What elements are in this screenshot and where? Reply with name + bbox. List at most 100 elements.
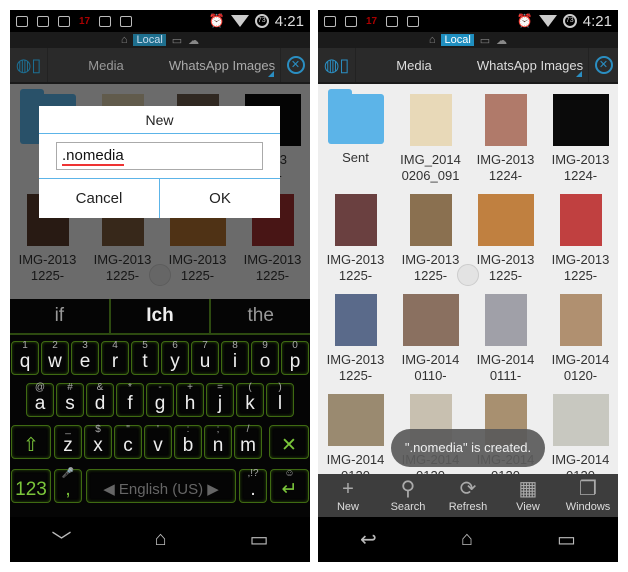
key-a[interactable]: @ a: [26, 382, 54, 417]
close-button[interactable]: ✕: [588, 48, 618, 82]
folder-icon: [327, 89, 384, 144]
pc-icon[interactable]: ▭: [172, 34, 182, 47]
key-c[interactable]: " c: [114, 424, 142, 459]
toolbar-view-button[interactable]: ▦ View: [498, 474, 558, 520]
key-label: b: [182, 435, 194, 456]
image-file-item[interactable]: IMG-2014 0111-: [468, 294, 543, 384]
recents-icon[interactable]: ▭: [250, 527, 269, 552]
toolbar-search-button[interactable]: ⚲ Search: [378, 474, 438, 520]
key-s[interactable]: # s: [56, 382, 84, 417]
home-nav-icon[interactable]: ⌂: [155, 528, 167, 551]
calendar-notification-icon: [345, 15, 357, 27]
image-file-item[interactable]: IMG-2014 0120-: [543, 294, 618, 384]
image-file-item[interactable]: IMG-2014 0110-: [393, 294, 468, 384]
suggestion-item[interactable]: Ich: [108, 299, 212, 333]
key-n[interactable]: ; n: [204, 424, 232, 459]
image-file-item[interactable]: IMG-2013 1224-: [468, 94, 543, 184]
suggestion-item[interactable]: if: [10, 299, 109, 333]
filename-input[interactable]: .nomedia: [56, 142, 263, 170]
close-button[interactable]: ✕: [280, 48, 310, 82]
home-icon[interactable]: ⌂: [121, 34, 128, 46]
toolbar-new-button[interactable]: + New: [318, 474, 378, 520]
recents-icon[interactable]: ▭: [557, 527, 576, 552]
clock: 4:21: [582, 12, 612, 30]
key-i[interactable]: 8i: [221, 340, 249, 375]
image-thumbnail: [327, 394, 384, 446]
key-h[interactable]: + h: [176, 382, 204, 417]
globe-device-icon[interactable]: ◍▯: [318, 48, 356, 82]
key-label: h: [184, 393, 196, 414]
toolbar-windows-button[interactable]: ❐ Windows: [558, 474, 618, 520]
key-alt-label: =: [217, 382, 223, 393]
key-l[interactable]: ) l: [266, 382, 294, 417]
key-r[interactable]: 4r: [101, 340, 129, 375]
image-file-item[interactable]: IMG-2013 1225-: [318, 294, 393, 384]
key-u[interactable]: 7u: [191, 340, 219, 375]
symbols-key[interactable]: 123: [11, 469, 51, 503]
image-file-item[interactable]: IMG_2014 0206_091: [393, 94, 468, 184]
key-v[interactable]: ' v: [144, 424, 172, 459]
suggestion-bar: if Ich the: [10, 299, 310, 335]
backspace-key[interactable]: ✕: [269, 425, 309, 459]
key-label: w: [48, 351, 62, 372]
close-icon: ✕: [286, 56, 305, 74]
shift-key[interactable]: ⇧: [11, 425, 51, 459]
folder-item[interactable]: Sent: [318, 89, 393, 166]
key-alt-label: 8: [232, 340, 238, 351]
home-nav-icon[interactable]: ⌂: [461, 528, 473, 551]
key-k[interactable]: (k: [236, 382, 264, 417]
suggestion-item[interactable]: the: [211, 299, 310, 333]
key-e[interactable]: 3e: [71, 340, 99, 375]
key-q[interactable]: 1q: [11, 340, 39, 375]
key-p[interactable]: 0p: [281, 340, 309, 375]
image-file-item[interactable]: IMG-2013 1225-: [318, 194, 393, 284]
key-label: g: [154, 393, 166, 414]
ok-button[interactable]: OK: [159, 179, 280, 218]
key-x[interactable]: $ x: [84, 424, 112, 459]
key-o[interactable]: 9o: [251, 340, 279, 375]
image-file-item[interactable]: IMG-2014 0120: [318, 394, 393, 484]
toolbar-refresh-button[interactable]: ⟳ Refresh: [438, 474, 498, 520]
local-location-tab[interactable]: Local: [441, 34, 474, 46]
period-key[interactable]: ,!?.: [239, 468, 267, 503]
image-file-item[interactable]: IMG-2013 1225-: [543, 194, 618, 284]
image-file-item[interactable]: IMG-2013 1225-: [468, 194, 543, 284]
file-name: IMG-2014 0111-: [476, 352, 535, 383]
home-icon[interactable]: ⌂: [429, 34, 436, 46]
breadcrumb-media[interactable]: Media: [356, 48, 472, 82]
breadcrumb-whatsapp-images[interactable]: WhatsApp Images: [472, 48, 588, 82]
key-z[interactable]: _ z: [54, 424, 82, 459]
pc-icon[interactable]: ▭: [480, 34, 490, 47]
dialog-title: New: [39, 106, 280, 134]
key-m[interactable]: / m: [234, 424, 262, 459]
breadcrumb-media[interactable]: Media: [48, 48, 164, 82]
scroll-indicator[interactable]: [457, 264, 479, 286]
hide-keyboard-icon[interactable]: ﹀: [52, 525, 72, 554]
image-thumbnail: [409, 194, 452, 246]
enter-key[interactable]: ☺ ↵: [270, 468, 309, 503]
key-g[interactable]: -g: [146, 382, 174, 417]
key-b[interactable]: :b: [174, 424, 202, 459]
cancel-button[interactable]: Cancel: [39, 179, 159, 218]
globe-device-icon[interactable]: ◍▯: [10, 48, 48, 82]
key-j[interactable]: = j: [206, 382, 234, 417]
comma-key[interactable]: 🎤,: [54, 468, 82, 503]
key-d[interactable]: & d: [86, 382, 114, 417]
image-file-item[interactable]: IMG-2013 1224-: [543, 94, 618, 184]
key-t[interactable]: 5t: [131, 340, 159, 375]
back-icon[interactable]: ↩: [360, 527, 377, 552]
breadcrumb: ◍▯ Media WhatsApp Images ✕: [318, 48, 618, 84]
key-alt-label: 7: [202, 340, 208, 351]
cloud-icon[interactable]: ☁: [496, 34, 507, 47]
key-f[interactable]: * f: [116, 382, 144, 417]
key-alt-label: ": [126, 424, 130, 435]
key-w[interactable]: 2w: [41, 340, 69, 375]
space-key[interactable]: ◀ English (US) ▶: [86, 469, 236, 503]
local-location-tab[interactable]: Local: [133, 34, 166, 46]
image-file-item[interactable]: IMG-2014 0120: [543, 394, 618, 484]
breadcrumb-whatsapp-images[interactable]: WhatsApp Images: [164, 48, 280, 82]
key-label: r: [111, 351, 119, 372]
cloud-icon[interactable]: ☁: [188, 34, 199, 47]
key-alt-label: :: [186, 424, 190, 435]
key-y[interactable]: 6y: [161, 340, 189, 375]
